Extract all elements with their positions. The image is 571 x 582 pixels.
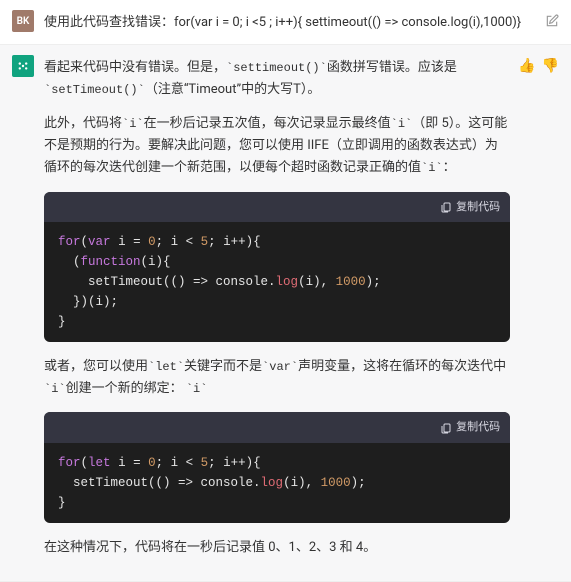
assistant-content: 看起来代码中没有错误。但是，`settimeout()`函数拼写错误。应该是`s… [44, 55, 559, 571]
inline-code: `i` [44, 382, 66, 396]
user-content: 使用此代码查找错误：for(var i = 0; i <5 ; i++){ se… [44, 10, 559, 34]
code-block-1: 复制代码 for(var i = 0; i < 5; i++){ (functi… [44, 192, 510, 343]
inline-code: `var` [262, 360, 298, 374]
inline-code: `settimeout()` [226, 61, 327, 75]
assistant-para-4: 在这种情况下，代码将在一秒后记录值 0、1、2、3 和 4。 [44, 537, 510, 559]
user-avatar: BK [12, 10, 34, 32]
clipboard-icon [440, 422, 452, 434]
inline-code: `let` [148, 360, 184, 374]
inline-code: `i` [186, 382, 208, 396]
assistant-para-1: 看起来代码中没有错误。但是，`settimeout()`函数拼写错误。应该是`s… [44, 57, 510, 101]
assistant-para-2: 此外，代码将`i`在一秒后记录五次值，每次记录显示最终值`i`（即 5）。这可能… [44, 113, 510, 179]
code-block-2: 复制代码 for(let i = 0; i < 5; i++){ setTime… [44, 412, 510, 523]
code-content-2: for(let i = 0; i < 5; i++){ setTimeout((… [44, 443, 510, 523]
copy-code-label: 复制代码 [456, 418, 500, 437]
edit-icon[interactable] [545, 14, 559, 28]
assistant-para-3: 或者，您可以使用`let`关键字而不是`var`声明变量，这将在循环的每次迭代中… [44, 356, 510, 400]
inline-code: `setTimeout()` [44, 83, 145, 97]
clipboard-icon [440, 201, 452, 213]
inline-code: `i` [122, 117, 144, 131]
assistant-avatar [12, 55, 34, 77]
thumbs-down-icon[interactable]: 👎 [542, 59, 559, 73]
thumbs-up-icon[interactable]: 👍 [518, 59, 535, 73]
inline-code: `i` [421, 161, 443, 175]
copy-code-button[interactable]: 复制代码 [44, 412, 510, 443]
inline-code: `i` [391, 117, 413, 131]
assistant-message: 看起来代码中没有错误。但是，`settimeout()`函数拼写错误。应该是`s… [0, 45, 571, 582]
copy-code-button[interactable]: 复制代码 [44, 192, 510, 223]
user-message: BK 使用此代码查找错误：for(var i = 0; i <5 ; i++){… [0, 0, 571, 45]
code-content-1: for(var i = 0; i < 5; i++){ (function(i)… [44, 222, 510, 342]
feedback-buttons: 👍 👎 [518, 59, 559, 73]
user-text: 使用此代码查找错误：for(var i = 0; i <5 ; i++){ se… [44, 12, 537, 34]
copy-code-label: 复制代码 [456, 198, 500, 217]
